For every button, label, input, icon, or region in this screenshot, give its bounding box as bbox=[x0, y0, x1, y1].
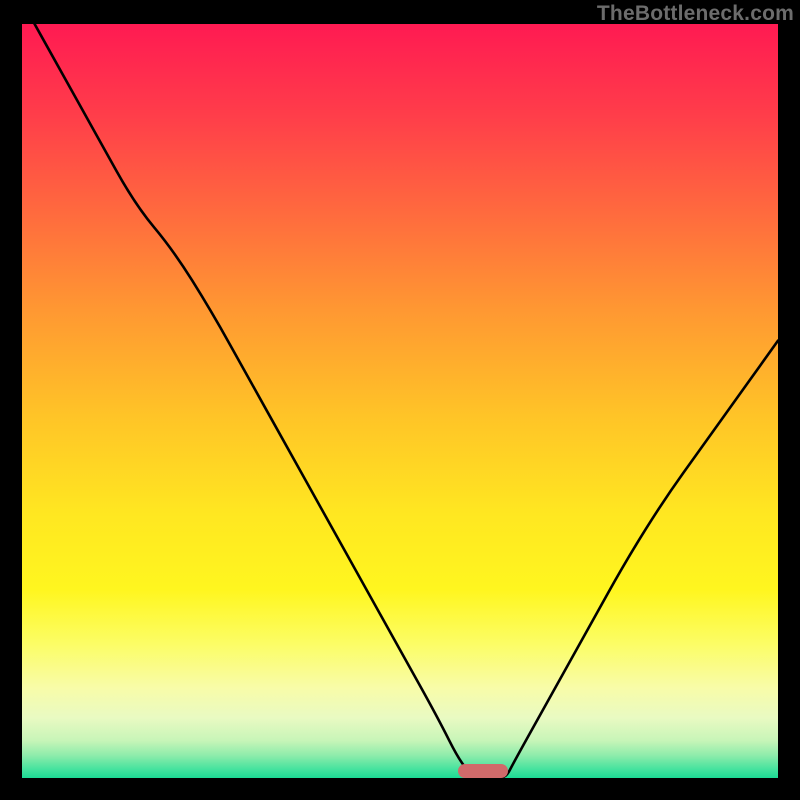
bottleneck-curve bbox=[22, 24, 778, 778]
optimum-marker bbox=[458, 764, 507, 778]
watermark-text: TheBottleneck.com bbox=[597, 2, 794, 26]
plot-area bbox=[22, 24, 778, 778]
chart-frame: TheBottleneck.com bbox=[0, 0, 800, 800]
